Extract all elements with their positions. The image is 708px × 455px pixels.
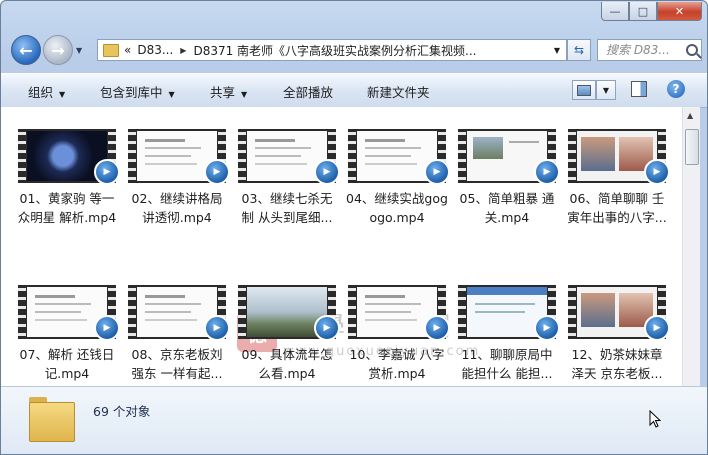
file-item[interactable]: ▶ 03、继续七杀无制 从头到尾细...	[236, 107, 340, 233]
file-name: 01、黄家驹 等一众明星 解析.mp4	[17, 191, 117, 225]
refresh-button[interactable]: ⇆	[567, 39, 591, 61]
file-name: 09、具体流年怎么看.mp4	[241, 347, 333, 381]
breadcrumb-current[interactable]: D8371 南老师《八字高级班实战案例分析汇集视频...	[193, 42, 476, 59]
close-button[interactable]: ✕	[657, 2, 702, 21]
file-item[interactable]: ▶ 09、具体流年怎么看.mp4	[236, 263, 340, 386]
file-item[interactable]: ▶ 05、简单粗暴 通关.mp4	[456, 107, 560, 233]
help-button[interactable]: ?	[667, 80, 685, 98]
explorer-window: — □ ✕ ← → ▼ « D83... ▶ D8371 南老师《八字高级班实战…	[0, 0, 708, 455]
folder-icon	[103, 43, 119, 57]
file-item[interactable]: ▶ 06、简单聊聊 壬寅年出事的八字...	[566, 107, 670, 233]
view-icon	[577, 84, 591, 96]
file-item[interactable]: ▶ 01、黄家驹 等一众明星 解析.mp4	[16, 107, 120, 233]
chevron-down-icon: ▼	[241, 90, 248, 99]
file-name: 11、聊聊原局中能担什么 能担...	[461, 347, 553, 381]
file-name: 04、继续实战gogogo.mp4	[346, 191, 448, 225]
search-input[interactable]	[604, 42, 684, 58]
play-all-button[interactable]: 全部播放	[283, 82, 333, 101]
file-name: 10、李嘉诚 八字赏析.mp4	[349, 347, 445, 381]
arrow-right-icon: →	[51, 40, 65, 60]
maximize-button[interactable]: □	[629, 2, 657, 21]
video-player-icon: ▶	[94, 315, 120, 341]
file-item[interactable]: ▶ 07、解析 还钱日记.mp4	[16, 263, 120, 386]
breadcrumb-segment[interactable]: D83...	[137, 43, 173, 57]
video-player-icon: ▶	[644, 315, 670, 341]
change-view-button[interactable]	[572, 80, 596, 100]
navigation-buttons: ← → ▼	[11, 35, 82, 65]
video-player-icon: ▶	[94, 159, 120, 185]
back-button[interactable]: ←	[11, 35, 41, 65]
file-item[interactable]: ▶ 02、继续讲格局讲透彻.mp4	[126, 107, 230, 233]
video-player-icon: ▶	[314, 159, 340, 185]
file-name: 07、解析 还钱日记.mp4	[19, 347, 115, 381]
address-dropdown[interactable]: ▼	[554, 46, 560, 55]
search-box[interactable]	[597, 39, 702, 61]
video-player-icon: ▶	[534, 315, 560, 341]
command-bar: 组织 ▼ 包含到库中 ▼ 共享 ▼ 全部播放 新建文件夹 ▼ ?	[1, 73, 707, 108]
minimize-button[interactable]: —	[601, 2, 629, 21]
preview-pane-button[interactable]	[631, 81, 647, 97]
video-player-icon: ▶	[424, 159, 450, 185]
file-name: 08、京东老板刘强东 一样有起...	[131, 347, 223, 381]
video-player-icon: ▶	[644, 159, 670, 185]
video-player-icon: ▶	[204, 159, 230, 185]
file-item[interactable]: ▶ 10、李嘉诚 八字赏析.mp4	[346, 263, 450, 386]
view-options-dropdown[interactable]: ▼	[596, 80, 616, 100]
video-player-icon: ▶	[534, 159, 560, 185]
address-bar[interactable]: « D83... ▶ D8371 南老师《八字高级班实战案例分析汇集视频... …	[97, 39, 567, 61]
chevron-down-icon: ▼	[602, 85, 610, 95]
chevron-right-icon[interactable]: ▶	[180, 46, 186, 55]
organize-menu[interactable]: 组织 ▼	[28, 82, 65, 101]
scroll-up-icon[interactable]: ▲	[687, 111, 693, 120]
arrow-left-icon: ←	[19, 40, 33, 60]
forward-button[interactable]: →	[43, 35, 73, 65]
search-icon[interactable]	[686, 44, 698, 56]
file-item[interactable]: ▶ 11、聊聊原局中能担什么 能担...	[456, 263, 560, 386]
file-name: 05、简单粗暴 通关.mp4	[459, 191, 555, 225]
file-item[interactable]: ▶ 04、继续实战gogogo.mp4	[346, 107, 450, 233]
organize-label: 组织	[28, 85, 54, 100]
caption-buttons: — □ ✕	[601, 2, 702, 21]
file-name: 06、简单聊聊 壬寅年出事的八字...	[567, 191, 667, 225]
video-player-icon: ▶	[204, 315, 230, 341]
chevron-down-icon: ▼	[168, 90, 175, 99]
video-player-icon: ▶	[424, 315, 450, 341]
file-name: 12、奶茶妹妹章泽天 京东老板...	[571, 347, 663, 381]
new-folder-button[interactable]: 新建文件夹	[367, 82, 430, 101]
share-menu[interactable]: 共享 ▼	[210, 82, 247, 101]
include-library-menu[interactable]: 包含到库中 ▼	[100, 82, 175, 101]
chevron-down-icon: ▼	[59, 90, 66, 99]
address-overflow-button[interactable]: «	[124, 43, 131, 57]
file-list: 德 國學資源網 www.guoxueziyuan.com ▶01、黄家驹 等一众…	[1, 107, 682, 386]
file-name: 02、继续讲格局讲透彻.mp4	[131, 191, 223, 225]
share-label: 共享	[210, 85, 236, 100]
recent-pages-dropdown[interactable]: ▼	[76, 46, 82, 55]
file-item[interactable]: ▶ 12、奶茶妹妹章泽天 京东老板...	[566, 263, 670, 386]
file-item[interactable]: ▶ 08、京东老板刘强东 一样有起...	[126, 263, 230, 386]
include-library-label: 包含到库中	[100, 85, 163, 100]
refresh-icon: ⇆	[573, 43, 585, 57]
help-icon: ?	[672, 82, 680, 96]
details-pane: 69 个对象	[1, 386, 707, 454]
scrollbar-thumb[interactable]	[685, 129, 699, 165]
file-name: 03、继续七杀无制 从头到尾细...	[241, 191, 333, 225]
item-count: 69 个对象	[93, 404, 151, 419]
vertical-scrollbar[interactable]: ▲	[682, 107, 700, 386]
folder-icon	[29, 397, 75, 442]
video-player-icon: ▶	[314, 315, 340, 341]
